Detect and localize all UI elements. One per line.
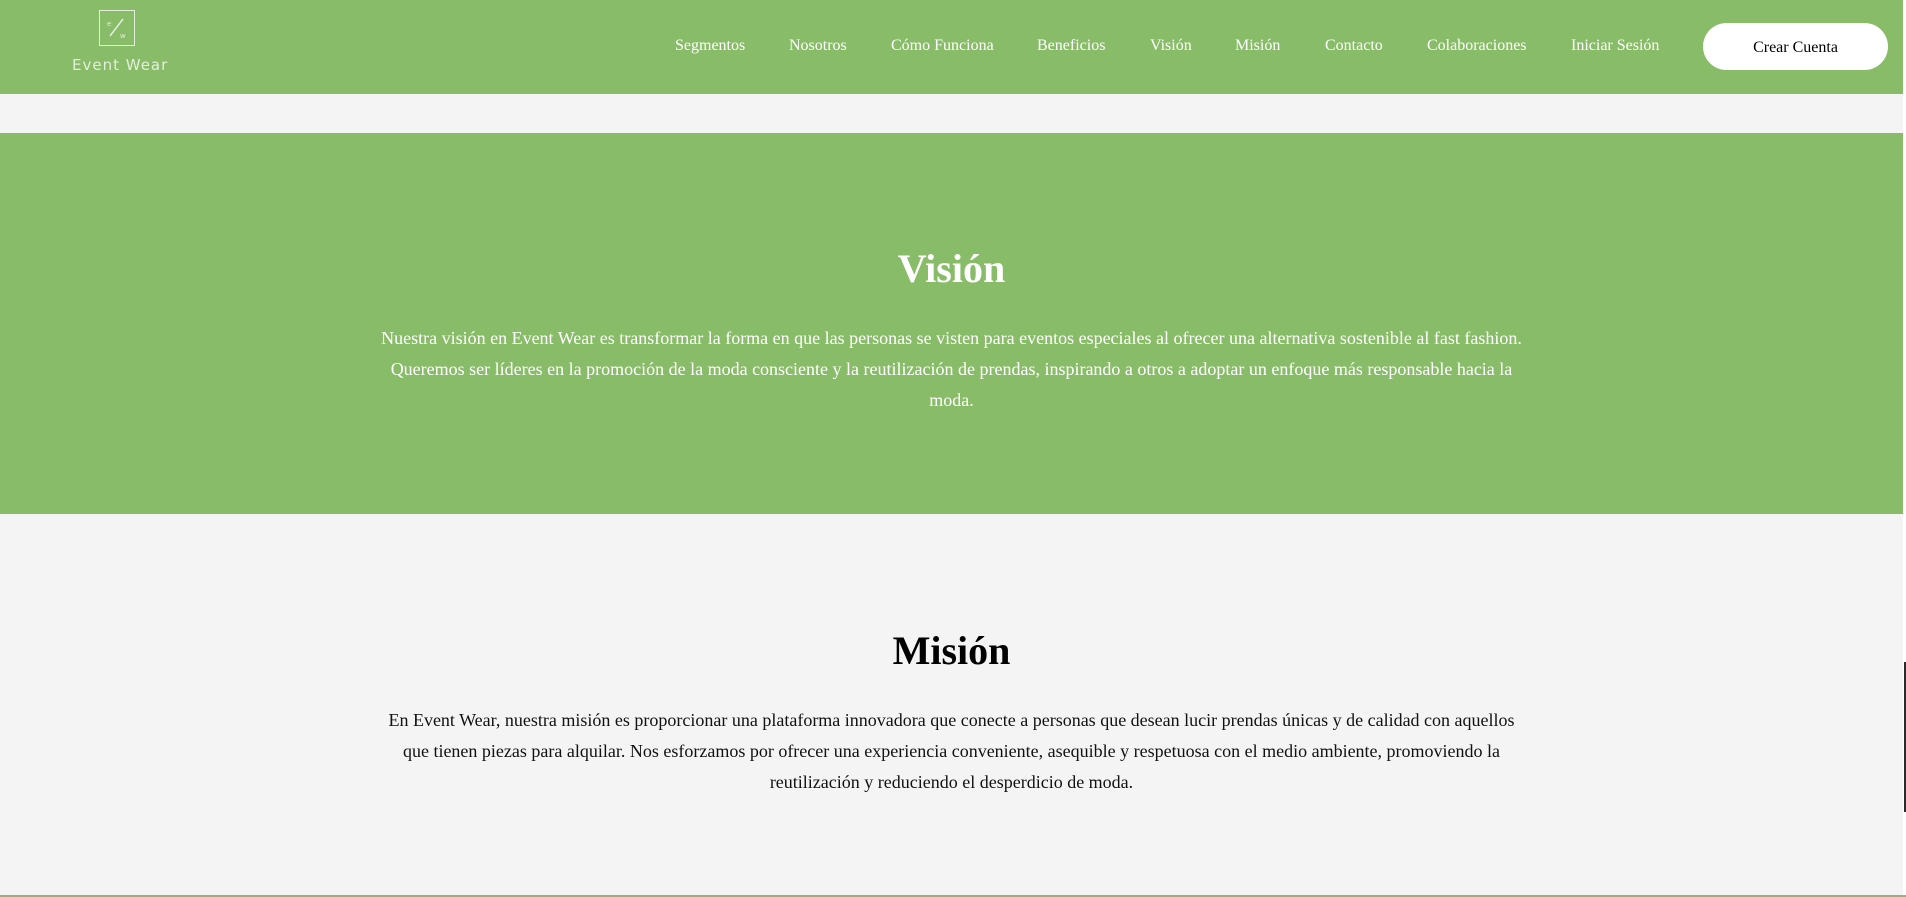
nav-item-beneficios[interactable]: Beneficios: [1037, 37, 1105, 55]
nav-item-vision[interactable]: Visión: [1150, 37, 1192, 55]
nav-item-segmentos[interactable]: Segmentos: [675, 37, 745, 55]
nav-item-como-funciona[interactable]: Cómo Funciona: [891, 37, 994, 55]
vision-section: Visión Nuestra visión en Event Wear es t…: [0, 133, 1903, 514]
mission-text: En Event Wear, nuestra misión es proporc…: [388, 710, 1515, 792]
vision-text: Nuestra visión en Event Wear es transfor…: [381, 328, 1522, 410]
create-account-button[interactable]: Crear Cuenta: [1703, 23, 1888, 70]
mission-section: Misión En Event Wear, nuestra misión es …: [0, 514, 1903, 894]
event-wear-logo-icon: e w: [99, 10, 135, 46]
brand-logo[interactable]: e w Event Wear: [72, 10, 169, 78]
mission-title: Misión: [892, 628, 1011, 673]
nav-item-colaboraciones[interactable]: Colaboraciones: [1427, 37, 1527, 55]
nav-item-iniciar-sesion[interactable]: Iniciar Sesión: [1571, 37, 1659, 55]
nav-item-nosotros[interactable]: Nosotros: [789, 37, 847, 55]
nav-item-mision[interactable]: Misión: [1235, 37, 1280, 55]
svg-text:e: e: [107, 20, 111, 28]
vision-title: Visión: [897, 246, 1006, 291]
brand-name: Event Wear: [72, 56, 169, 74]
nav-item-contacto[interactable]: Contacto: [1325, 37, 1383, 55]
top-navbar: e w Event Wear Segmentos Nosotros Cómo F…: [0, 0, 1903, 94]
svg-text:w: w: [120, 32, 126, 40]
